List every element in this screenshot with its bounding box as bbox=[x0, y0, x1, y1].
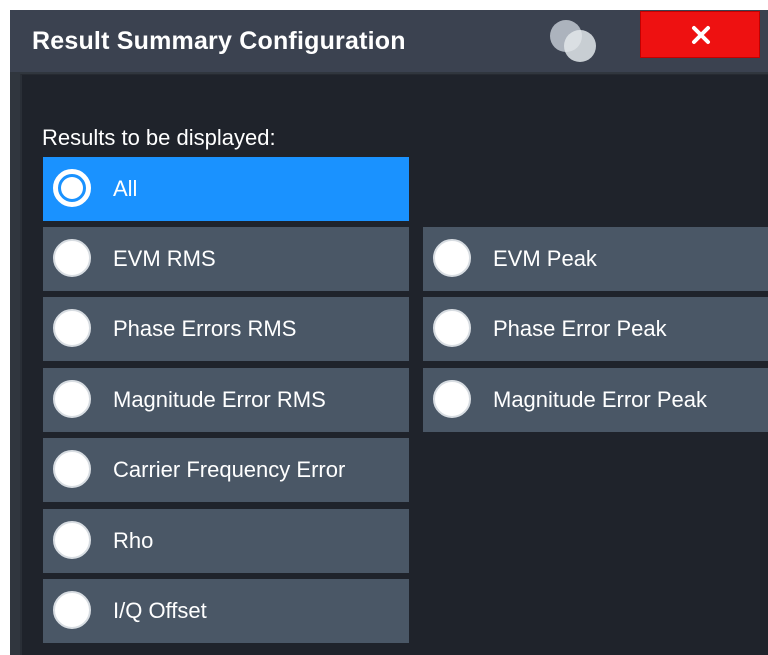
radio-option-label: Magnitude Error RMS bbox=[113, 387, 326, 412]
dialog-title: Result Summary Configuration bbox=[32, 27, 406, 55]
radio-option-label: I/Q Offset bbox=[113, 598, 207, 623]
radio-option-carrier-frequency-error[interactable]: Carrier Frequency Error bbox=[43, 438, 409, 502]
radio-button-icon bbox=[53, 591, 91, 629]
radio-button-selected-icon bbox=[53, 169, 91, 207]
radio-option-label: EVM Peak bbox=[493, 246, 597, 271]
radio-button-icon bbox=[433, 380, 471, 418]
radio-option-phase-error-peak[interactable]: Phase Error Peak bbox=[423, 297, 768, 361]
radio-option-phase-errors-rms[interactable]: Phase Errors RMS bbox=[43, 297, 409, 361]
radio-option-evm-rms[interactable]: EVM RMS bbox=[43, 227, 409, 291]
radio-button-icon bbox=[53, 380, 91, 418]
close-button[interactable] bbox=[640, 11, 760, 58]
radio-option-evm-peak[interactable]: EVM Peak bbox=[423, 227, 768, 291]
dialog-title-bar[interactable]: Result Summary Configuration bbox=[10, 10, 768, 72]
radio-option-all[interactable]: All bbox=[43, 157, 409, 221]
radio-option-rho[interactable]: Rho bbox=[43, 509, 409, 573]
radio-button-icon bbox=[53, 309, 91, 347]
results-to-be-displayed-label: Results to be displayed: bbox=[42, 125, 276, 150]
radio-option-iq-offset[interactable]: I/Q Offset bbox=[43, 579, 409, 643]
rohde-schwarz-logo-icon bbox=[550, 20, 596, 62]
radio-button-icon bbox=[433, 309, 471, 347]
radio-option-magnitude-error-peak[interactable]: Magnitude Error Peak bbox=[423, 368, 768, 432]
radio-button-icon bbox=[433, 239, 471, 277]
close-icon bbox=[692, 26, 710, 44]
radio-option-label: Phase Error Peak bbox=[493, 316, 667, 341]
result-summary-configuration-dialog: Result Summary Configuration Results to … bbox=[10, 10, 768, 655]
radio-option-label: All bbox=[113, 176, 138, 201]
radio-button-icon bbox=[53, 450, 91, 488]
radio-option-label: EVM RMS bbox=[113, 246, 216, 271]
radio-option-label: Carrier Frequency Error bbox=[113, 457, 346, 482]
radio-button-icon bbox=[53, 239, 91, 277]
dialog-content: Results to be displayed: All EVM RMS EVM… bbox=[20, 74, 768, 655]
radio-option-label: Phase Errors RMS bbox=[113, 316, 297, 341]
radio-option-magnitude-error-rms[interactable]: Magnitude Error RMS bbox=[43, 368, 409, 432]
radio-button-icon bbox=[53, 521, 91, 559]
radio-option-label: Magnitude Error Peak bbox=[493, 387, 707, 412]
radio-option-label: Rho bbox=[113, 528, 154, 553]
